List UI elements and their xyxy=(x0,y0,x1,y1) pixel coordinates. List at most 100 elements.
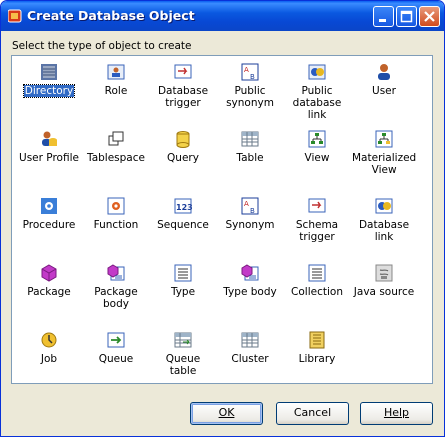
user-profile-icon xyxy=(42,131,57,146)
object-type-item-package[interactable]: Package xyxy=(16,264,82,298)
object-type-item-role[interactable]: Role xyxy=(83,63,149,97)
object-type-item-schema-trigger[interactable]: Schema trigger xyxy=(284,197,350,243)
object-type-label: User Profile xyxy=(19,152,79,164)
object-type-label: Job xyxy=(40,353,58,365)
object-type-item-procedure[interactable]: Procedure xyxy=(16,197,82,231)
query-icon xyxy=(176,131,190,148)
object-type-item-materialized-view[interactable]: Materialized View xyxy=(351,130,417,176)
object-type-label: Collection xyxy=(291,286,343,298)
object-type-label: Materialized View xyxy=(352,152,417,176)
object-type-label: Type xyxy=(170,286,196,298)
ok-label: OK xyxy=(218,406,235,419)
object-type-label: Role xyxy=(104,85,128,97)
object-type-item-type[interactable]: Type xyxy=(150,264,216,298)
object-type-item-queue[interactable]: Queue xyxy=(83,331,149,365)
sequence-icon: 123 xyxy=(174,198,192,214)
database-trigger-icon xyxy=(174,64,192,79)
object-type-item-view[interactable]: View xyxy=(284,130,350,164)
close-icon xyxy=(424,11,435,22)
function-icon xyxy=(107,197,125,215)
svg-text:123: 123 xyxy=(176,203,192,212)
object-type-label: Query xyxy=(167,152,199,164)
object-type-label: Queue xyxy=(98,353,134,365)
object-type-item-collection[interactable]: Collection xyxy=(284,264,350,298)
object-type-item-function[interactable]: Function xyxy=(83,197,149,231)
svg-text:B: B xyxy=(250,207,255,215)
object-type-label: View xyxy=(304,152,330,164)
object-type-label: Java source xyxy=(353,286,415,298)
object-type-label: Cluster xyxy=(231,353,269,365)
object-type-item-sequence[interactable]: 123 Sequence xyxy=(150,197,216,231)
svg-text:B: B xyxy=(250,73,255,81)
help-button[interactable]: Help xyxy=(360,402,433,425)
queue-table-icon xyxy=(174,332,192,348)
object-type-label: Schema trigger xyxy=(295,219,339,243)
object-type-item-query[interactable]: Query xyxy=(150,130,216,164)
maximize-icon xyxy=(400,10,413,23)
tablespace-icon xyxy=(108,131,124,146)
maximize-button[interactable] xyxy=(396,6,417,27)
help-label: Help xyxy=(383,406,410,419)
object-type-item-table[interactable]: Table xyxy=(217,130,283,164)
procedure-icon xyxy=(41,198,57,214)
title-bar[interactable]: Create Database Object xyxy=(1,1,444,31)
object-type-item-directory[interactable]: Directory xyxy=(16,63,82,98)
object-type-label: Public database link xyxy=(292,85,342,121)
ok-button[interactable]: OK xyxy=(190,402,263,425)
object-type-label: Procedure xyxy=(22,219,76,231)
object-type-item-job[interactable]: Job xyxy=(16,331,82,365)
library-icon xyxy=(309,331,325,349)
object-type-label: Library xyxy=(298,353,336,365)
cancel-button[interactable]: Cancel xyxy=(276,402,349,425)
object-type-label: Package xyxy=(27,286,71,298)
type-body-icon xyxy=(241,264,259,281)
object-type-item-public-database-link[interactable]: Public database link xyxy=(284,63,350,121)
object-type-item-java-source[interactable]: Java source xyxy=(351,264,417,298)
object-type-item-queue-table[interactable]: Queue table xyxy=(150,331,216,377)
object-type-list[interactable]: Directory Role Database trigger A B Public sy… xyxy=(11,55,433,384)
object-type-item-package-body[interactable]: Package body xyxy=(83,264,149,310)
type-icon xyxy=(174,264,192,282)
prompt-label: Select the type of object to create xyxy=(12,40,192,52)
cancel-label: Cancel xyxy=(293,406,332,419)
object-type-label: Public synonym xyxy=(226,85,274,109)
materialized-view-icon xyxy=(375,130,393,148)
synonym-icon: AB xyxy=(241,197,259,215)
object-type-label: Sequence xyxy=(157,219,209,231)
object-type-label: Package body xyxy=(94,286,138,310)
window-title: Create Database Object xyxy=(27,8,195,23)
package-icon xyxy=(41,264,57,282)
object-type-item-tablespace[interactable]: Tablespace xyxy=(83,130,149,164)
role-icon xyxy=(107,64,125,80)
object-type-item-database-link[interactable]: Database link xyxy=(351,197,417,243)
object-type-item-cluster[interactable]: Cluster xyxy=(217,331,283,365)
object-type-item-library[interactable]: Library xyxy=(284,331,350,365)
collection-icon xyxy=(308,264,326,282)
object-type-label: Synonym xyxy=(225,219,275,231)
directory-icon xyxy=(41,64,57,80)
object-type-label: Table xyxy=(236,152,264,164)
queue-icon xyxy=(107,332,125,348)
minimize-button[interactable] xyxy=(373,6,394,27)
object-type-item-user[interactable]: User xyxy=(351,63,417,97)
object-type-label: Function xyxy=(93,219,139,231)
cluster-icon xyxy=(241,332,259,348)
object-type-item-database-trigger[interactable]: Database trigger xyxy=(150,63,216,109)
job-icon xyxy=(41,332,57,348)
close-button[interactable] xyxy=(419,6,440,27)
object-type-item-synonym[interactable]: A B Synonym xyxy=(217,197,283,231)
svg-text:A: A xyxy=(244,66,249,74)
app-icon xyxy=(8,9,22,23)
schema-trigger-icon xyxy=(308,198,326,213)
object-type-label: Queue table xyxy=(165,353,201,377)
object-type-item-type-body[interactable]: Type body xyxy=(217,264,283,298)
minimize-icon xyxy=(379,19,386,22)
table-icon xyxy=(241,131,259,147)
user-icon xyxy=(378,64,390,80)
object-type-item-public-synonym[interactable]: A B Public synonym xyxy=(217,63,283,109)
object-type-label: Type body xyxy=(223,286,277,298)
public-database-link-icon xyxy=(308,64,326,80)
object-type-label: Database link xyxy=(358,219,410,243)
public-synonym-icon: AB xyxy=(241,63,259,81)
object-type-item-user-profile[interactable]: User Profile xyxy=(16,130,82,164)
